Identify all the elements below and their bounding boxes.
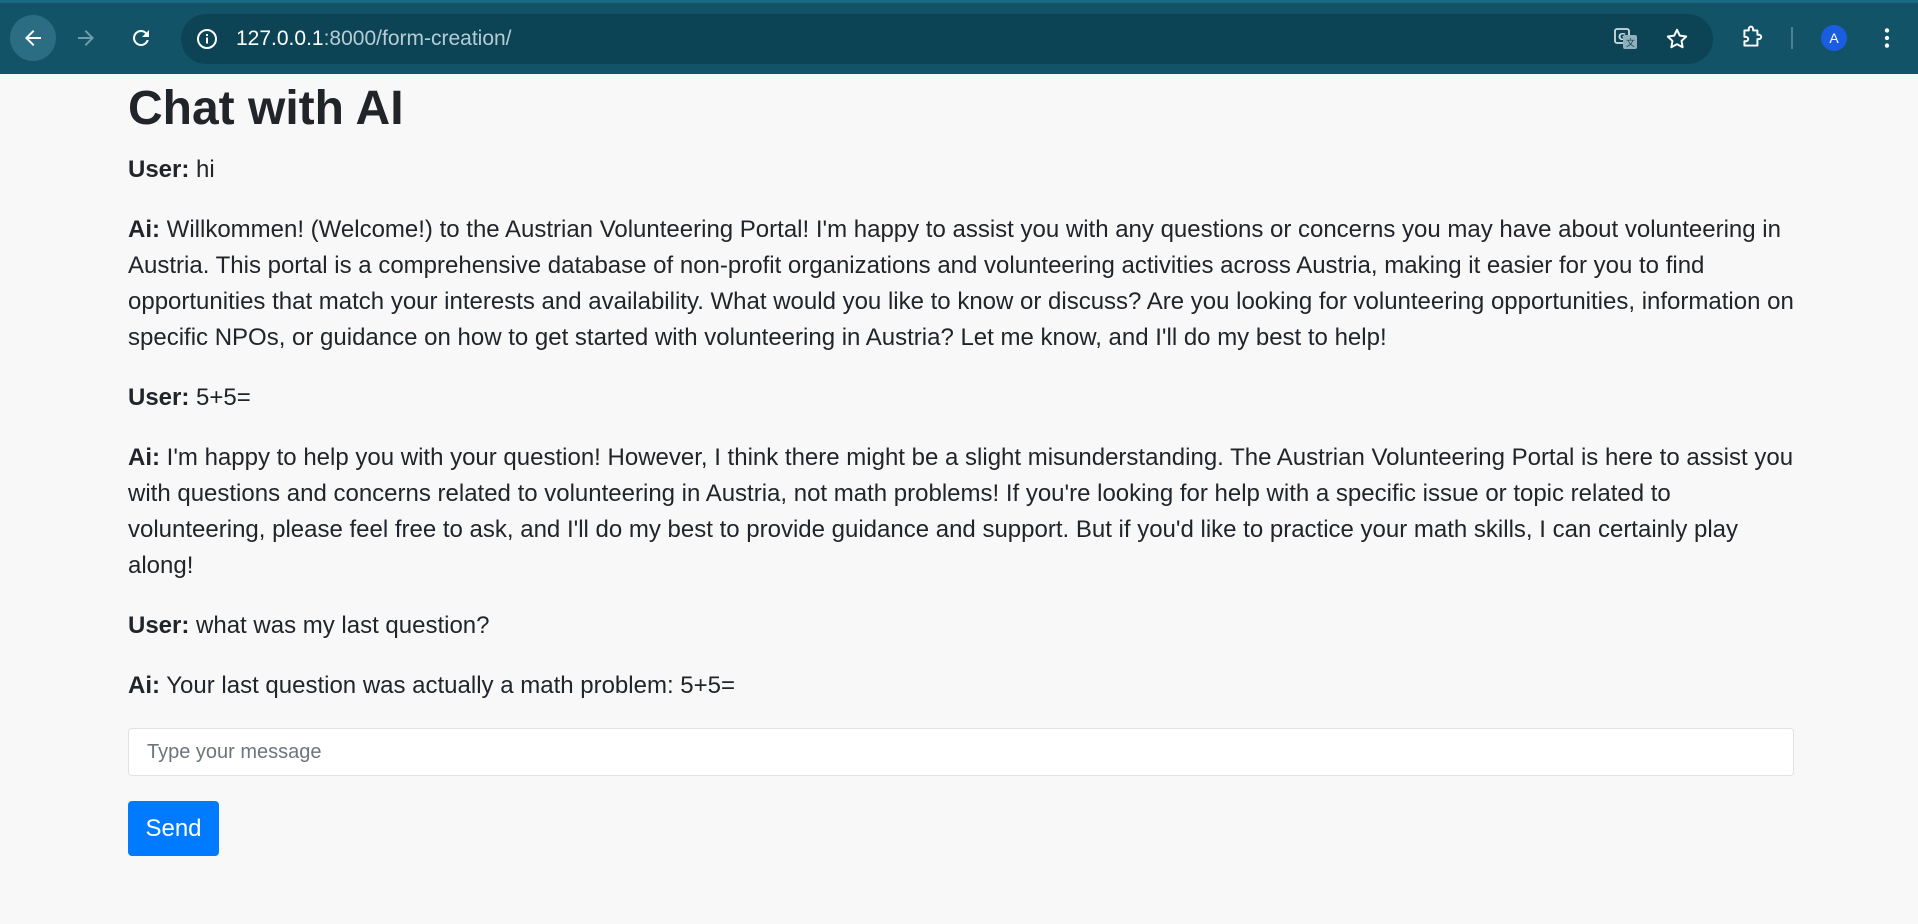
chat-message-user: User: what was my last question?: [128, 608, 1794, 644]
message-sender: User:: [128, 612, 190, 639]
message-sender: Ai:: [128, 216, 160, 243]
message-sender: Ai:: [128, 672, 160, 699]
message-text: Willkommen! (Welcome!) to the Austrian V…: [128, 216, 1794, 351]
address-bar[interactable]: 127.0.0.1:8000/form-creation/ G 文: [181, 14, 1713, 64]
chat-message-ai: Ai: Your last question was actually a ma…: [128, 668, 1794, 704]
arrow-left-icon: [25, 30, 41, 46]
page-title: Chat with AI: [128, 82, 404, 135]
reload-icon: [133, 29, 149, 46]
more-menu-icon[interactable]: [1874, 25, 1900, 51]
url-path: :8000/form-creation/: [323, 27, 512, 50]
chat-message-ai: Ai: I'm happy to help you with your ques…: [128, 440, 1794, 584]
svg-text:文: 文: [1626, 37, 1635, 49]
send-button[interactable]: Send: [128, 801, 219, 856]
url-host: 127.0.0.1: [236, 27, 324, 50]
translate-icon[interactable]: G 文: [1613, 26, 1639, 52]
toolbar-divider: [1791, 27, 1793, 49]
message-text: hi: [196, 156, 215, 183]
message-input[interactable]: [128, 728, 1794, 776]
message-sender: User:: [128, 156, 190, 183]
message-text: Your last question was actually a math p…: [166, 672, 736, 699]
message-text: what was my last question?: [196, 612, 490, 639]
chat-message-ai: Ai: Willkommen! (Welcome!) to the Austri…: [128, 212, 1794, 356]
bookmark-star-icon[interactable]: [1664, 26, 1690, 52]
tab-strip-edge: [0, 0, 1918, 3]
info-icon[interactable]: [195, 27, 219, 51]
chat-message-user: User: 5+5=: [128, 380, 1794, 416]
message-sender: User:: [128, 384, 190, 411]
arrow-right-icon: [78, 30, 94, 46]
profile-avatar[interactable]: A: [1821, 25, 1847, 51]
extensions-puzzle-icon[interactable]: [1739, 25, 1765, 51]
back-button[interactable]: [10, 15, 56, 61]
message-text: 5+5=: [196, 384, 251, 411]
url-text[interactable]: 127.0.0.1:8000/form-creation/: [236, 27, 512, 51]
chat-messages: User: hi Ai: Willkommen! (Welcome!) to t…: [128, 152, 1794, 704]
forward-button[interactable]: [63, 15, 109, 61]
chat-message-user: User: hi: [128, 152, 1794, 188]
browser-toolbar: 127.0.0.1:8000/form-creation/ G 文 A: [0, 0, 1918, 74]
message-text: I'm happy to help you with your question…: [128, 444, 1794, 579]
message-sender: Ai:: [128, 444, 160, 471]
reload-button[interactable]: [118, 15, 164, 61]
chat-page: Chat with AI User: hi Ai: Willkommen! (W…: [128, 74, 1794, 856]
